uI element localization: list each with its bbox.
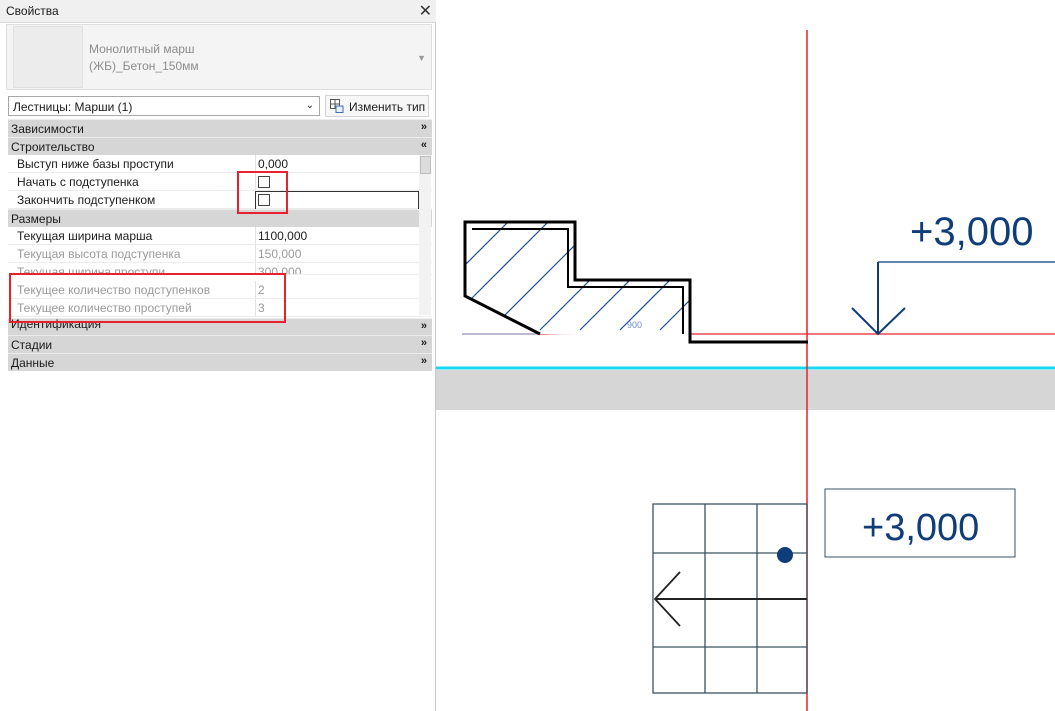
stair-plan[interactable]: [652, 503, 808, 694]
group-label: Данные: [11, 356, 55, 370]
section-dimension-label: 900: [627, 320, 642, 330]
group-data[interactable]: Данные »: [8, 353, 432, 371]
group-dimensions[interactable]: Размеры «: [8, 209, 432, 227]
param-label: Текущая ширина марша: [17, 229, 153, 243]
group-label: Зависимости: [11, 122, 84, 136]
param-label: Текущая высота подступенка: [17, 247, 181, 261]
type-family-name: Монолитный марш: [89, 42, 195, 56]
properties-panel[interactable]: Свойства ✕ Монолитный марш (ЖБ)_Бетон_15…: [0, 0, 436, 711]
param-value-field[interactable]: 0,000: [255, 155, 421, 172]
type-preview-image: [13, 26, 83, 88]
edit-type-button[interactable]: Изменить тип: [325, 95, 429, 117]
level-marker[interactable]: [851, 261, 1055, 336]
param-begin-with-riser[interactable]: Начать с подступенка: [8, 173, 432, 191]
expand-icon[interactable]: »: [421, 337, 427, 349]
type-selector[interactable]: Монолитный марш (ЖБ)_Бетон_150мм ▼: [6, 24, 432, 90]
view-splitter[interactable]: [436, 370, 1055, 410]
param-extend-below-base[interactable]: Выступ ниже базы проступи 0,000: [8, 155, 432, 173]
param-value-field[interactable]: 1100,000: [255, 227, 421, 244]
group-label: Размеры: [11, 212, 61, 226]
group-construction[interactable]: Строительство «: [8, 137, 432, 155]
type-name: (ЖБ)_Бетон_150мм: [89, 59, 199, 73]
group-dependencies[interactable]: Зависимости »: [8, 119, 432, 137]
highlight-counts: [9, 273, 286, 323]
param-label: Выступ ниже базы проступи: [17, 157, 174, 171]
param-riser-height: Текущая высота подступенка 150,000: [8, 245, 432, 263]
param-run-width[interactable]: Текущая ширина марша 1100,000: [8, 227, 432, 245]
group-label: Строительство: [11, 140, 95, 154]
param-value-field: 150,000: [255, 245, 421, 262]
group-label: Стадии: [11, 338, 53, 352]
edit-type-icon: [330, 99, 344, 113]
group-phases[interactable]: Стадии »: [8, 335, 432, 353]
expand-icon[interactable]: »: [421, 320, 427, 332]
section-level-label: +3,000: [910, 210, 1033, 254]
dropdown-arrow-icon[interactable]: ▼: [417, 53, 426, 63]
expand-icon[interactable]: »: [421, 121, 427, 133]
properties-scrollbar[interactable]: [419, 155, 431, 315]
scrollbar-thumb[interactable]: [420, 156, 431, 174]
plan-level-label: +3,000: [862, 507, 979, 549]
panel-title: Свойства: [6, 4, 59, 18]
param-label: Закончить подступенком: [17, 193, 156, 207]
edit-type-label: Изменить тип: [349, 100, 426, 114]
close-icon[interactable]: ✕: [419, 1, 432, 21]
instance-filter-dropdown[interactable]: Лестницы: Марши (1) ⌄: [8, 96, 320, 116]
chevron-down-icon[interactable]: ⌄: [306, 100, 314, 111]
collapse-icon[interactable]: «: [421, 139, 427, 151]
plan-view[interactable]: +3,000: [652, 488, 1016, 694]
stair-start-dot: [777, 547, 793, 563]
panel-titlebar[interactable]: Свойства ✕: [0, 0, 436, 23]
param-end-with-riser[interactable]: Закончить подступенком: [8, 191, 432, 210]
instance-filter-value: Лестницы: Марши (1): [13, 100, 133, 114]
highlight-riser-checkboxes: [237, 171, 288, 214]
param-label: Начать с подступенка: [17, 175, 139, 189]
expand-icon[interactable]: »: [421, 355, 427, 367]
